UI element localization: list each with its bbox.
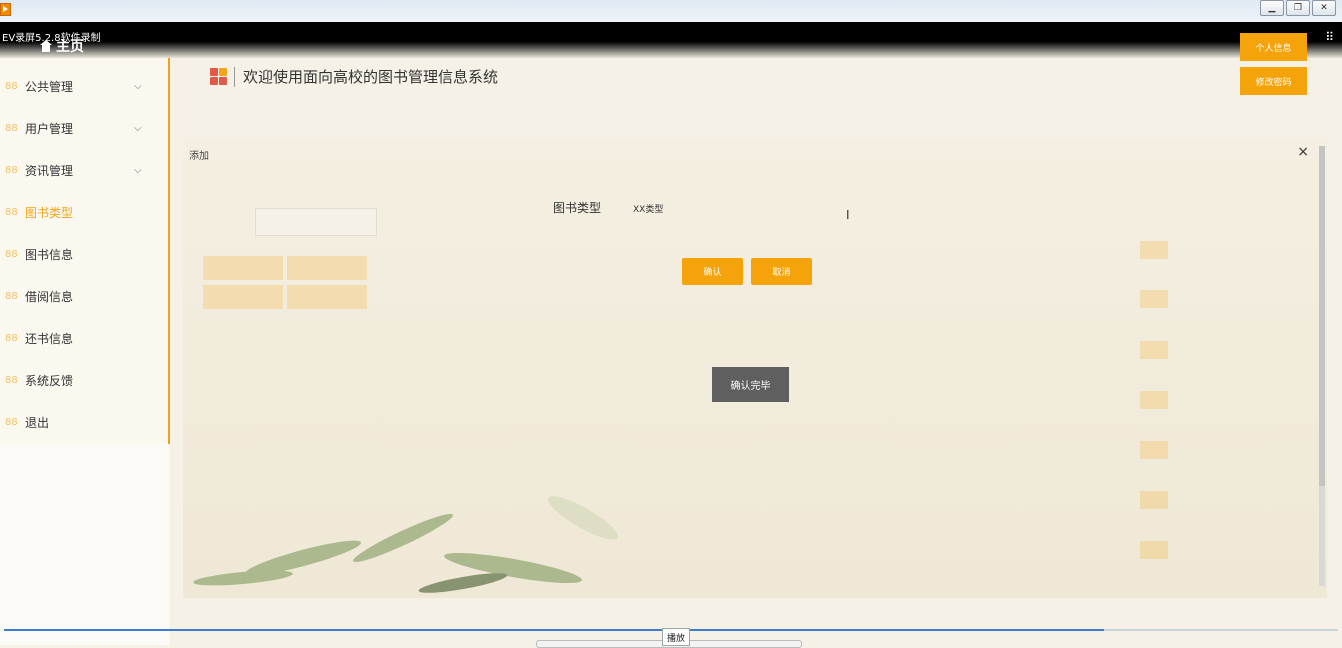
- close-window-button[interactable]: ✕: [1312, 0, 1336, 16]
- sidebar-item-label: 资讯管理: [25, 163, 74, 178]
- background-badge: [1140, 441, 1168, 459]
- menu-item-icon: 88: [5, 80, 18, 92]
- playback-track: [1104, 629, 1338, 631]
- profile-button[interactable]: 个人信息: [1240, 33, 1307, 61]
- sidebar-item-book-type[interactable]: 88 图书类型: [0, 191, 168, 233]
- page-header: 欢迎使用面向高校的图书管理信息系统: [210, 66, 498, 87]
- header-divider: [234, 66, 235, 87]
- sidebar-item-label: 公共管理: [25, 79, 74, 94]
- background-badge: [1140, 541, 1168, 559]
- change-password-button[interactable]: 修改密码: [1240, 67, 1307, 95]
- sidebar-item-label: 图书信息: [25, 247, 74, 262]
- sidebar-footer-area: [0, 444, 170, 645]
- restore-button[interactable]: ❐: [1286, 0, 1310, 16]
- page-title: 欢迎使用面向高校的图书管理信息系统: [243, 68, 499, 86]
- text-cursor-icon: I: [846, 208, 850, 222]
- sidebar-item-news-management[interactable]: 88 资讯管理 ⌵: [0, 149, 168, 191]
- sidebar-item-label: 还书信息: [25, 331, 74, 346]
- menu-item-icon: 88: [5, 332, 18, 344]
- background-badge: [1140, 341, 1168, 359]
- play-button[interactable]: 播放: [662, 628, 691, 646]
- close-icon[interactable]: ×: [1297, 144, 1309, 160]
- menu-item-icon: 88: [5, 374, 18, 386]
- home-title[interactable]: 主页: [40, 36, 84, 56]
- menu-grid-icon[interactable]: ⠿: [1325, 30, 1334, 44]
- home-icon: [40, 40, 52, 52]
- background-badge: [1140, 491, 1168, 509]
- recorder-app-icon: [0, 3, 11, 16]
- sidebar-item-label: 图书类型: [25, 205, 74, 220]
- background-badge: [1140, 290, 1168, 308]
- playback-progress[interactable]: [4, 629, 1104, 631]
- sidebar-item-label: 用户管理: [25, 121, 74, 136]
- menu-item-icon: 88: [5, 248, 18, 260]
- confirm-done-button[interactable]: 确认完毕: [712, 367, 789, 402]
- menu-item-icon: 88: [5, 290, 18, 302]
- sidebar: 88 公共管理 ⌵ 88 用户管理 ⌵ 88 资讯管理 ⌵ 88 图书类型 88…: [0, 58, 170, 444]
- sidebar-item-feedback[interactable]: 88 系统反馈: [0, 359, 168, 401]
- background-badge: [1140, 241, 1168, 259]
- menu-item-icon: 88: [5, 164, 18, 176]
- dialog-title: 添加: [189, 151, 209, 162]
- menu-item-icon: 88: [5, 206, 18, 218]
- confirm-button[interactable]: 确认: [682, 258, 743, 285]
- background-button: [287, 256, 367, 280]
- chevron-down-icon: ⌵: [134, 80, 142, 92]
- background-button: [203, 256, 283, 280]
- sidebar-item-user-management[interactable]: 88 用户管理 ⌵: [0, 107, 168, 149]
- menu-item-icon: 88: [5, 122, 18, 134]
- background-badge: [1140, 391, 1168, 409]
- sidebar-item-label: 借阅信息: [25, 289, 74, 304]
- home-title-text: 主页: [56, 39, 84, 55]
- window-controls: ▁ ❐ ✕: [1260, 0, 1336, 16]
- background-button: [287, 285, 367, 309]
- book-type-field[interactable]: XX类型: [633, 202, 663, 215]
- minimize-button[interactable]: ▁: [1260, 0, 1284, 16]
- menu-item-icon: 88: [5, 416, 18, 428]
- background-button: [203, 285, 283, 309]
- background-search-input: [255, 208, 377, 236]
- sidebar-item-book-info[interactable]: 88 图书信息: [0, 233, 168, 275]
- dashboard-grid-icon: [210, 68, 227, 85]
- window-titlebar: ▁ ❐ ✕: [0, 0, 1342, 22]
- scrollbar-thumb[interactable]: [1319, 146, 1325, 486]
- sidebar-item-logout[interactable]: 88 退出: [0, 401, 168, 443]
- recorder-overlay-bar: [0, 22, 1342, 58]
- sidebar-item-borrow-info[interactable]: 88 借阅信息: [0, 275, 168, 317]
- sidebar-item-label: 系统反馈: [25, 373, 74, 388]
- sidebar-item-return-info[interactable]: 88 还书信息: [0, 317, 168, 359]
- dialog-scrollbar[interactable]: [1319, 146, 1325, 586]
- book-type-label: 图书类型: [553, 201, 602, 215]
- add-dialog: 添加 × 图书类型 XX类型 I 确认 取消 确认完毕: [183, 138, 1327, 598]
- chevron-down-icon: ⌵: [134, 122, 142, 134]
- sidebar-item-public-management[interactable]: 88 公共管理 ⌵: [0, 65, 168, 107]
- chevron-down-icon: ⌵: [134, 164, 142, 176]
- cancel-button[interactable]: 取消: [751, 258, 812, 285]
- leaves-decoration: [193, 496, 618, 593]
- sidebar-item-label: 退出: [25, 415, 50, 430]
